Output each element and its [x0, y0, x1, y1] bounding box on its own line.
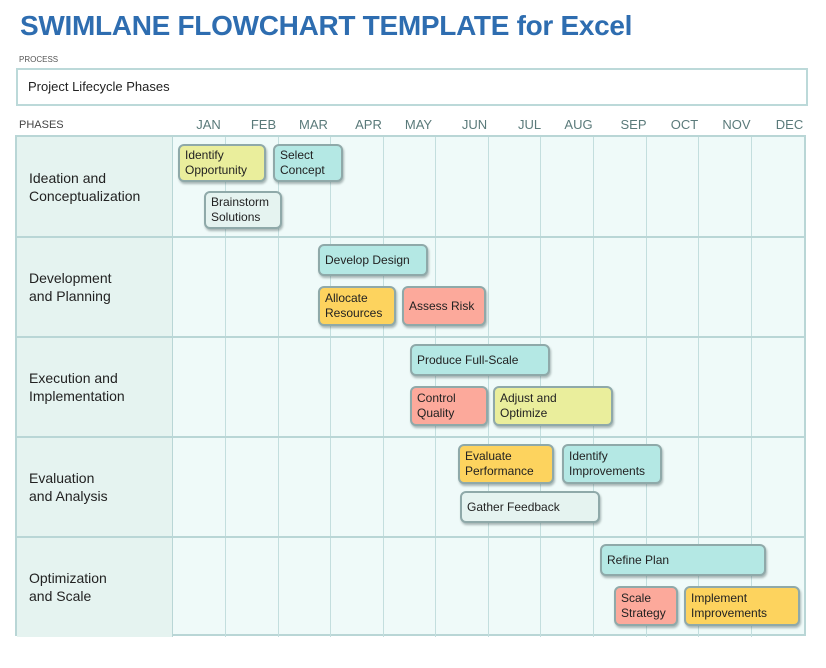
- month-gridline: [593, 537, 594, 637]
- month-label-feb: FEB: [250, 117, 277, 132]
- month-gridline: [751, 437, 752, 537]
- lane-label-cell: Ideation and Conceptualization: [17, 137, 173, 237]
- task-box[interactable]: Implement Improvements: [684, 586, 800, 626]
- month-gridline: [751, 337, 752, 437]
- month-gridline: [278, 337, 279, 437]
- month-label-jul: JUL: [517, 117, 542, 132]
- lane-label: Execution and Implementation: [29, 370, 125, 404]
- task-box[interactable]: Control Quality: [410, 386, 488, 426]
- month-label-oct: OCT: [670, 117, 699, 132]
- task-box[interactable]: Scale Strategy: [614, 586, 678, 626]
- task-box[interactable]: Gather Feedback: [460, 491, 600, 523]
- month-gridline: [646, 237, 647, 337]
- month-gridline: [225, 237, 226, 337]
- month-gridline: [330, 337, 331, 437]
- month-gridline: [488, 537, 489, 637]
- task-box[interactable]: Brainstorm Solutions: [204, 191, 282, 229]
- month-gridline: [278, 437, 279, 537]
- month-gridline: [278, 237, 279, 337]
- month-gridline: [330, 437, 331, 537]
- lane-label-cell: Optimization and Scale: [17, 537, 173, 637]
- task-box[interactable]: Select Concept: [273, 144, 343, 182]
- lane-label-cell: Execution and Implementation: [17, 337, 173, 437]
- month-gridline: [593, 137, 594, 237]
- month-gridline: [435, 537, 436, 637]
- task-box[interactable]: Produce Full-Scale: [410, 344, 550, 376]
- month-gridline: [698, 237, 699, 337]
- month-gridline: [383, 537, 384, 637]
- month-gridline: [435, 437, 436, 537]
- process-field[interactable]: Project Lifecycle Phases: [16, 68, 808, 106]
- month-label-mar: MAR: [299, 117, 328, 132]
- month-label-aug: AUG: [564, 117, 593, 132]
- month-gridline: [225, 437, 226, 537]
- month-gridline: [488, 137, 489, 237]
- month-gridline: [698, 337, 699, 437]
- lane-divider: [17, 436, 804, 438]
- month-gridline: [698, 437, 699, 537]
- month-label-nov: NOV: [722, 117, 751, 132]
- month-gridline: [278, 537, 279, 637]
- lane-label-cell: Development and Planning: [17, 237, 173, 337]
- lane-label: Optimization and Scale: [29, 570, 107, 604]
- month-gridline: [225, 537, 226, 637]
- process-label: PROCESS: [19, 55, 59, 64]
- task-box[interactable]: Adjust and Optimize: [493, 386, 613, 426]
- month-gridline: [646, 137, 647, 237]
- month-gridline: [383, 137, 384, 237]
- month-gridline: [435, 137, 436, 237]
- lane-label: Evaluation and Analysis: [29, 470, 108, 504]
- month-label-dec: DEC: [775, 117, 804, 132]
- task-box[interactable]: Identify Improvements: [562, 444, 662, 484]
- lane-divider: [17, 536, 804, 538]
- month-label-jan: JAN: [196, 117, 221, 132]
- month-gridline: [751, 137, 752, 237]
- lane-divider: [17, 336, 804, 338]
- phases-header: PHASES: [19, 119, 64, 131]
- task-box[interactable]: Refine Plan: [600, 544, 766, 576]
- task-box[interactable]: Develop Design: [318, 244, 428, 276]
- month-gridline: [698, 137, 699, 237]
- task-box[interactable]: Assess Risk: [402, 286, 486, 326]
- month-gridline: [225, 337, 226, 437]
- month-label-may: MAY: [404, 117, 433, 132]
- month-label-sep: SEP: [620, 117, 647, 132]
- process-value: Project Lifecycle Phases: [28, 79, 170, 94]
- task-box[interactable]: Identify Opportunity: [178, 144, 266, 182]
- task-box[interactable]: Allocate Resources: [318, 286, 396, 326]
- page-title: SWIMLANE FLOWCHART TEMPLATE for Excel: [20, 10, 633, 41]
- month-gridline: [646, 337, 647, 437]
- swimlane-4: Evaluation and Analysis: [17, 437, 804, 537]
- lane-label: Ideation and Conceptualization: [29, 170, 141, 204]
- task-box[interactable]: Evaluate Performance: [458, 444, 554, 484]
- month-gridline: [330, 537, 331, 637]
- month-gridline: [488, 237, 489, 337]
- month-gridline: [593, 237, 594, 337]
- month-gridline: [383, 437, 384, 537]
- lane-label-cell: Evaluation and Analysis: [17, 437, 173, 537]
- lane-label: Development and Planning: [29, 270, 112, 304]
- month-gridline: [540, 137, 541, 237]
- month-label-jun: JUN: [461, 117, 488, 132]
- month-gridline: [383, 337, 384, 437]
- month-gridline: [751, 237, 752, 337]
- lane-divider: [17, 236, 804, 238]
- month-gridline: [540, 537, 541, 637]
- swimlane-1: Ideation and Conceptualization: [17, 137, 804, 237]
- month-label-apr: APR: [355, 117, 382, 132]
- month-gridline: [540, 237, 541, 337]
